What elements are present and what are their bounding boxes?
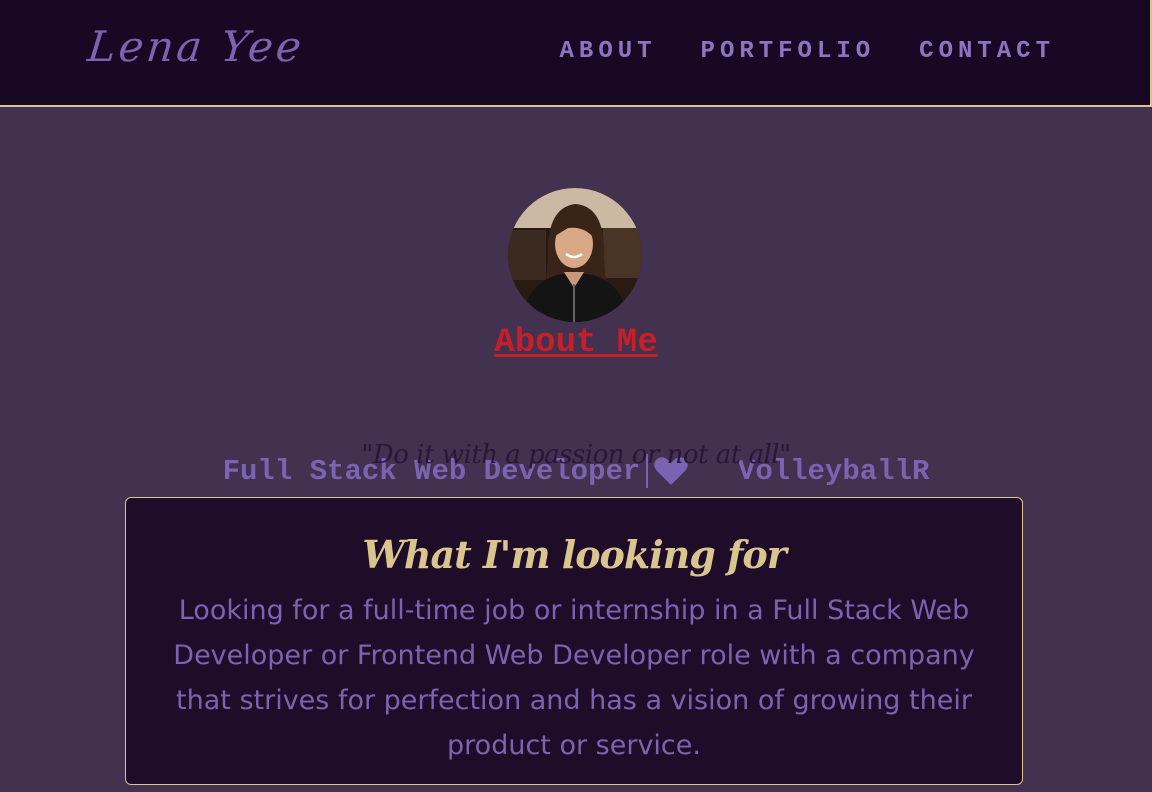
navbar: Lena Yee ABOUT PORTFOLIO CONTACT	[0, 0, 1152, 107]
looking-for-card: What I'm looking for Looking for a full-…	[125, 497, 1023, 785]
card-body-text: Looking for a full-time job or internshi…	[173, 595, 975, 761]
motto-quote: "Do it with a passion or not at all"	[361, 440, 791, 470]
card-title: What I'm looking for	[362, 532, 787, 577]
nav-link-portfolio[interactable]: PORTFOLIO	[701, 38, 876, 65]
nav-links: ABOUT PORTFOLIO CONTACT	[560, 38, 1055, 65]
nav-link-about[interactable]: ABOUT	[560, 38, 657, 65]
profile-avatar	[508, 188, 642, 322]
brand-logo-link[interactable]: Lena Yee	[85, 22, 306, 71]
about-me-heading: About Me	[494, 324, 658, 362]
nav-link-contact[interactable]: CONTACT	[919, 38, 1055, 65]
